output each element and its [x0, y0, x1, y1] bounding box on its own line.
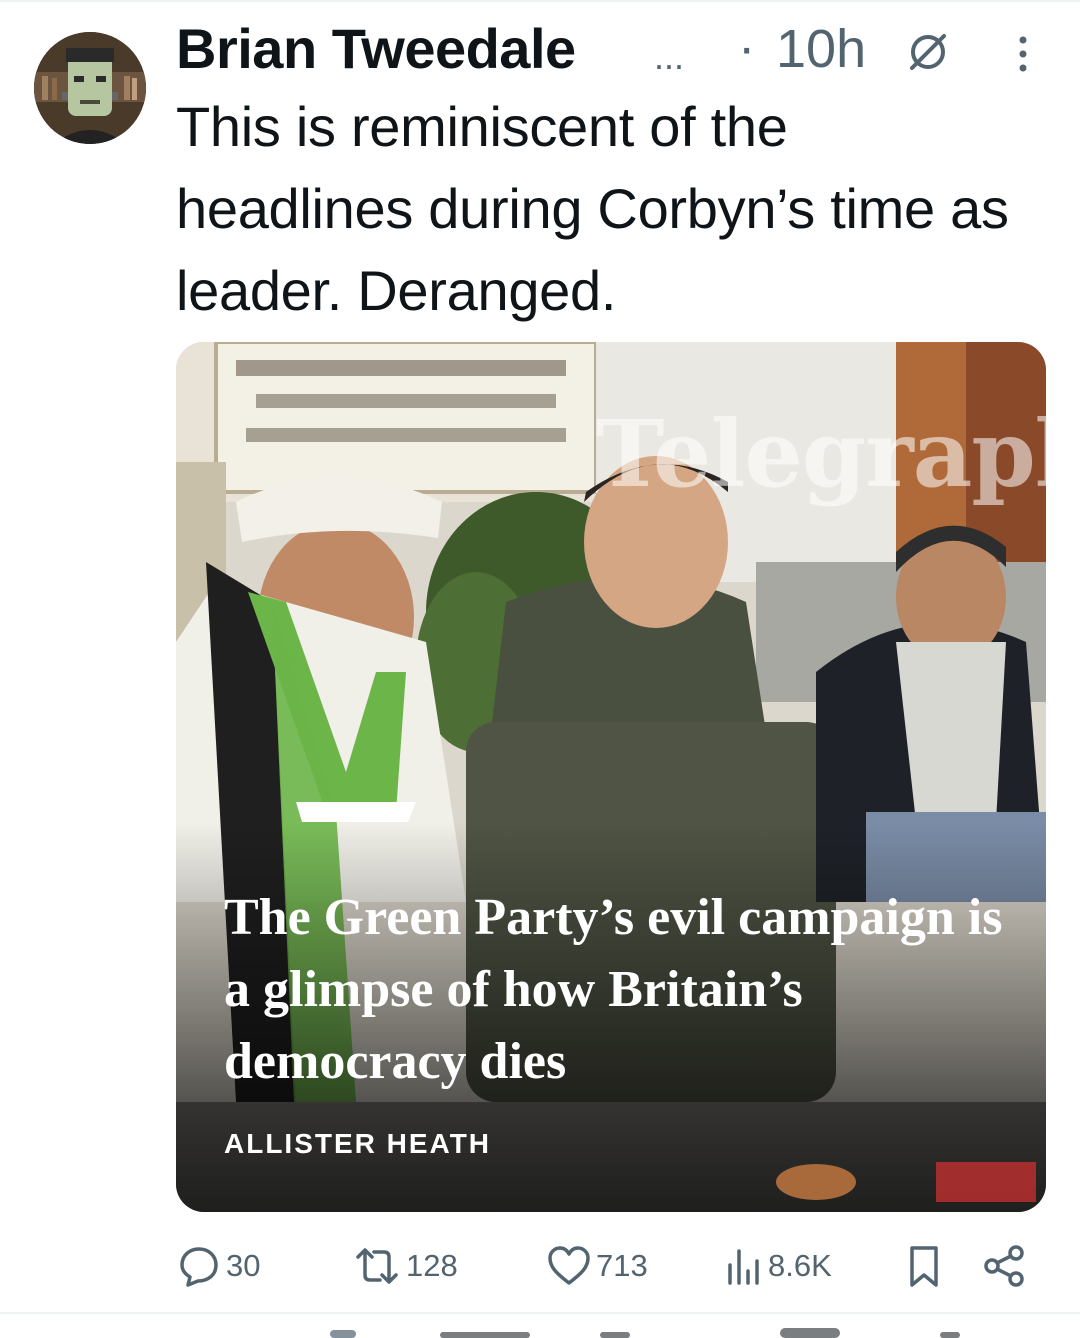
top-divider	[0, 0, 1080, 2]
bookmark-icon	[910, 1246, 938, 1287]
bookmark-button[interactable]	[904, 1236, 944, 1296]
article-headline: The Green Party’s evil campaign is a gli…	[224, 889, 1003, 1090]
repost-count: 128	[406, 1248, 458, 1283]
like-count: 713	[596, 1248, 648, 1283]
reply-button[interactable]: 30	[176, 1236, 260, 1296]
views-icon	[728, 1249, 759, 1285]
publisher-watermark: Telegraph	[596, 400, 1046, 508]
repost-icon	[356, 1248, 398, 1284]
tweet-header: Brian Tweedale ... · 10h	[176, 14, 1056, 84]
like-button[interactable]: 713	[546, 1236, 648, 1296]
author-name[interactable]: Brian Tweedale	[176, 16, 576, 81]
more-options-icon[interactable]	[1008, 34, 1038, 74]
share-icon	[984, 1245, 1024, 1287]
reply-icon	[180, 1247, 218, 1287]
tweet-media-card[interactable]: Telegraph The Green Party’s evil campaig…	[176, 342, 1046, 1212]
timestamp[interactable]: 10h	[776, 18, 866, 80]
repost-button[interactable]: 128	[352, 1236, 458, 1296]
share-button[interactable]	[982, 1236, 1028, 1296]
views-button[interactable]: 8.6K	[724, 1236, 832, 1296]
tweet-text: This is reminiscent of the headlines dur…	[176, 95, 1009, 322]
name-truncation: ...	[654, 36, 685, 77]
separator-dot: ·	[738, 19, 756, 77]
no-link-icon	[910, 34, 946, 70]
next-tweet-peek	[330, 1328, 960, 1338]
article-byline: ALLISTER HEATH	[224, 1128, 492, 1159]
reply-count: 30	[226, 1248, 261, 1283]
view-count: 8.6K	[768, 1248, 832, 1283]
avatar-image	[34, 32, 146, 144]
tweet-action-bar: 30 128 713 8.6K	[176, 1236, 1046, 1296]
author-avatar[interactable]	[34, 32, 146, 144]
bottom-divider	[0, 1312, 1080, 1314]
like-icon	[548, 1246, 590, 1285]
